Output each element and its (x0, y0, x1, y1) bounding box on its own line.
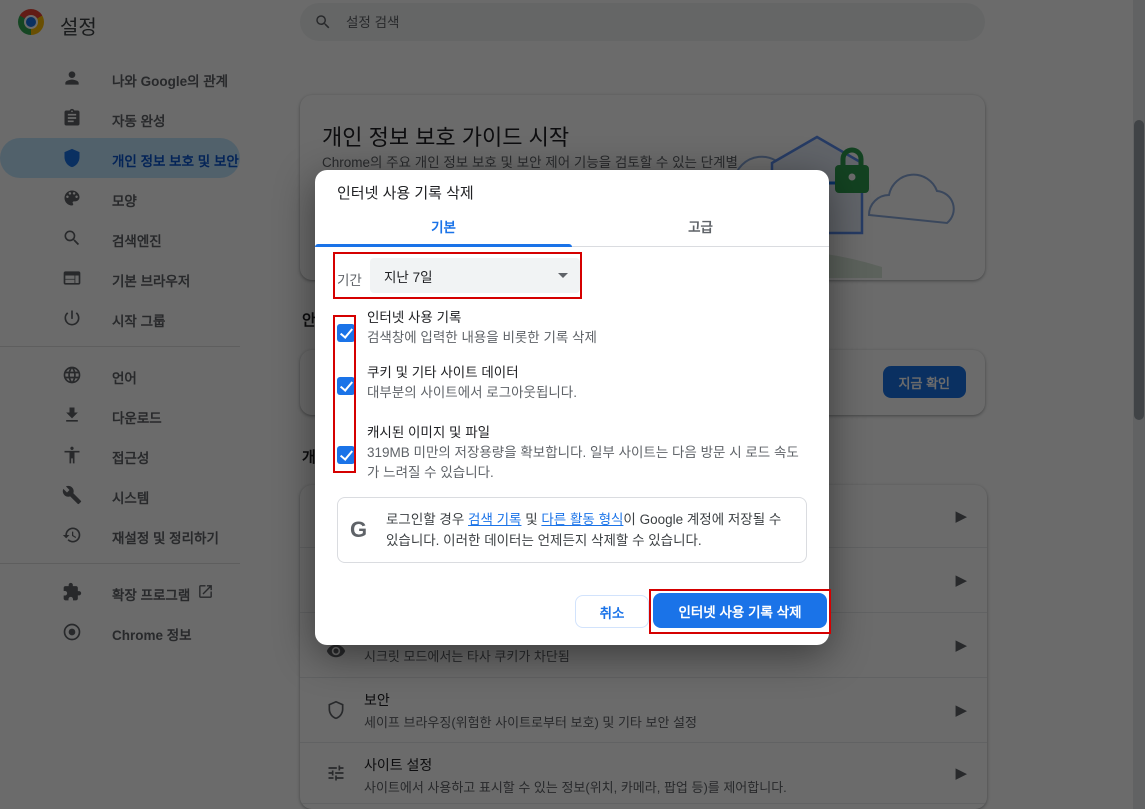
cancel-button[interactable]: 취소 (575, 595, 649, 628)
checkbox-title: 쿠키 및 기타 사이트 데이터 (367, 361, 519, 381)
other-activity-link[interactable]: 다른 활동 형식 (541, 512, 623, 527)
tab-basic[interactable]: 기본 (315, 210, 572, 246)
time-range-value: 지난 7일 (384, 266, 433, 286)
google-g-icon: G (350, 517, 367, 543)
signin-note-box: G 로그인할 경우 검색 기록 및 다른 활동 형식이 Google 계정에 저… (337, 497, 807, 563)
checkbox-cookies[interactable] (337, 377, 355, 395)
tab-advanced[interactable]: 고급 (572, 210, 829, 246)
checkbox-cached-files[interactable] (337, 446, 355, 464)
checkbox-subtitle: 319MB 미만의 저장용량을 확보합니다. 일부 사이트는 다음 방문 시 로… (367, 443, 807, 483)
checkbox-browsing-history[interactable] (337, 324, 355, 342)
checkbox-subtitle: 대부분의 사이트에서 로그아웃됩니다. (367, 383, 807, 403)
clear-browsing-data-dialog: 인터넷 사용 기록 삭제 기본 고급 기간 지난 7일 인터넷 사용 기록 검색… (315, 170, 829, 645)
signin-note-text: 로그인할 경우 검색 기록 및 다른 활동 형식이 Google 계정에 저장될… (386, 509, 794, 551)
note-prefix: 로그인할 경우 (386, 512, 468, 527)
checkbox-title: 인터넷 사용 기록 (367, 306, 461, 326)
note-mid: 및 (521, 512, 541, 527)
dialog-title: 인터넷 사용 기록 삭제 (337, 182, 474, 203)
checkbox-subtitle: 검색창에 입력한 내용을 비롯한 기록 삭제 (367, 328, 807, 348)
time-range-label: 기간 (337, 269, 362, 289)
checkbox-title: 캐시된 이미지 및 파일 (367, 421, 490, 441)
clear-data-button[interactable]: 인터넷 사용 기록 삭제 (653, 593, 827, 628)
search-history-link[interactable]: 검색 기록 (468, 512, 521, 527)
time-range-select[interactable]: 지난 7일 (370, 258, 580, 293)
dialog-tabs: 기본 고급 (315, 210, 829, 247)
dropdown-caret-icon (558, 273, 568, 278)
